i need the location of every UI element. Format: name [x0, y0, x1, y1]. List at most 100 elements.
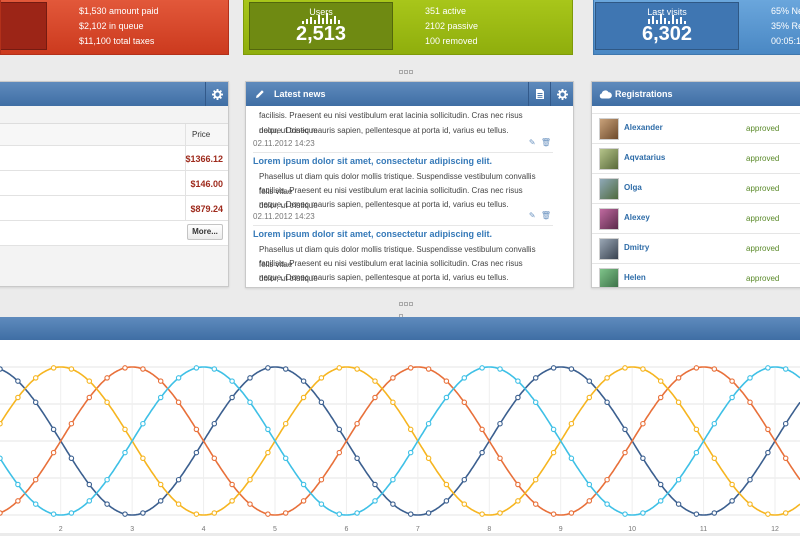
edit-icon[interactable]: ✎ [529, 211, 536, 220]
resize-handle[interactable] [399, 65, 417, 86]
data-point [32, 399, 39, 406]
data-point [15, 394, 21, 401]
panel-title: Latest news [274, 89, 326, 99]
stat-line: 00:05:12 [771, 36, 800, 46]
data-point [336, 426, 343, 433]
x-tick-label: 3 [130, 526, 134, 533]
data-point [104, 501, 110, 507]
stat-line: 351 active [425, 6, 467, 16]
data-point [140, 420, 146, 427]
registration-row[interactable]: Alexey approved [592, 203, 800, 234]
registration-row[interactable]: Olga approved [592, 173, 800, 204]
data-point [568, 510, 575, 516]
registration-row[interactable]: Dmitry approved [592, 233, 800, 264]
data-point [479, 365, 485, 371]
registration-row[interactable]: Alexander approved [592, 113, 800, 144]
data-point [390, 476, 396, 483]
resize-handle[interactable] [399, 297, 417, 318]
data-point [122, 365, 128, 371]
x-tick-label: 9 [559, 526, 563, 533]
data-point [390, 399, 396, 406]
news-title-link[interactable]: Lorem ipsum dolor sit amet, consectetur … [253, 229, 492, 239]
data-point [68, 366, 75, 372]
pencil-icon [256, 90, 264, 98]
panel-title: Registrations [615, 89, 673, 99]
x-tick-label: 4 [202, 526, 206, 533]
table-row[interactable]: $146.00 [0, 170, 228, 196]
trash-icon[interactable]: 🗑 [541, 138, 551, 147]
news-title-link[interactable]: Lorem ipsum dolor sit amet, consectetur … [253, 156, 492, 166]
data-point [86, 394, 93, 401]
data-point [157, 481, 164, 488]
data-point [729, 378, 735, 384]
data-point [300, 378, 307, 384]
user-name[interactable]: Olga [624, 183, 642, 192]
data-point [425, 510, 432, 516]
data-point [407, 511, 414, 517]
stat-tile-highlight: Users 2,513 [249, 2, 393, 50]
user-name[interactable]: Alexander [624, 123, 663, 132]
data-point [622, 511, 628, 517]
data-point [711, 366, 718, 372]
data-point [32, 375, 39, 381]
trash-icon[interactable]: 🗑 [541, 211, 551, 220]
stat-tile-payments: $1,530 amount paid $2,102 in queue $11,1… [0, 0, 229, 55]
data-point [640, 420, 646, 427]
data-point [122, 449, 128, 456]
data-point [104, 399, 110, 406]
x-tick-label: 11 [700, 526, 707, 533]
registration-row[interactable]: Helen approved [592, 263, 800, 287]
data-point [50, 511, 57, 517]
table-header: Price [0, 124, 228, 145]
data-point [675, 399, 682, 406]
news-text-line: neque. Donec mauris sapien, pellentesque… [259, 273, 509, 282]
user-name[interactable]: Helen [624, 273, 646, 282]
data-point [211, 510, 218, 516]
data-point [550, 449, 557, 456]
data-point [193, 365, 200, 371]
data-point [229, 378, 235, 384]
data-point [604, 375, 610, 381]
data-point [782, 510, 789, 516]
data-point [86, 498, 93, 504]
table-row[interactable]: $1366.12 [0, 145, 228, 171]
more-button[interactable]: More... [187, 224, 223, 240]
news-panel: Latest news facilisis. Praesent eu nisi … [245, 81, 574, 288]
data-point [300, 394, 307, 401]
data-point [50, 365, 57, 371]
data-point [265, 365, 271, 371]
data-point [282, 366, 289, 372]
registrations-panel: Registrations Alexander approved Aqvatar… [591, 81, 800, 288]
data-point [372, 394, 378, 401]
settings-button[interactable] [205, 82, 228, 106]
data-point [229, 394, 235, 401]
table-row[interactable]: $879.24 [0, 195, 228, 221]
data-point [515, 498, 521, 504]
data-point [372, 498, 378, 504]
data-point [86, 481, 93, 488]
user-name[interactable]: Dmitry [624, 243, 649, 252]
news-actions: ✎ 🗑 [529, 138, 551, 147]
data-point [32, 501, 39, 507]
data-point [693, 449, 700, 456]
stat-tile-highlight: Last visits 6,302 [595, 2, 739, 50]
data-point [497, 366, 503, 372]
data-point [443, 394, 450, 401]
data-point [586, 498, 593, 504]
data-point [15, 498, 21, 504]
document-button[interactable] [528, 82, 551, 106]
news-text-line: neque. Donec mauris sapien, pellentesque… [259, 200, 509, 209]
user-name[interactable]: Aqvatarius [624, 153, 665, 162]
settings-button[interactable] [550, 82, 573, 106]
data-point [407, 365, 414, 371]
stat-line: $1,530 amount paid [79, 6, 159, 16]
user-name[interactable]: Alexey [624, 213, 650, 222]
stat-line: 2102 passive [425, 21, 479, 31]
data-point [461, 476, 468, 483]
data-point [586, 481, 593, 488]
data-point [657, 394, 664, 401]
registration-row[interactable]: Aqvatarius approved [592, 143, 800, 174]
news-date: 02.11.2012 14:23 [253, 139, 315, 148]
data-point [640, 455, 646, 462]
edit-icon[interactable]: ✎ [529, 138, 536, 147]
